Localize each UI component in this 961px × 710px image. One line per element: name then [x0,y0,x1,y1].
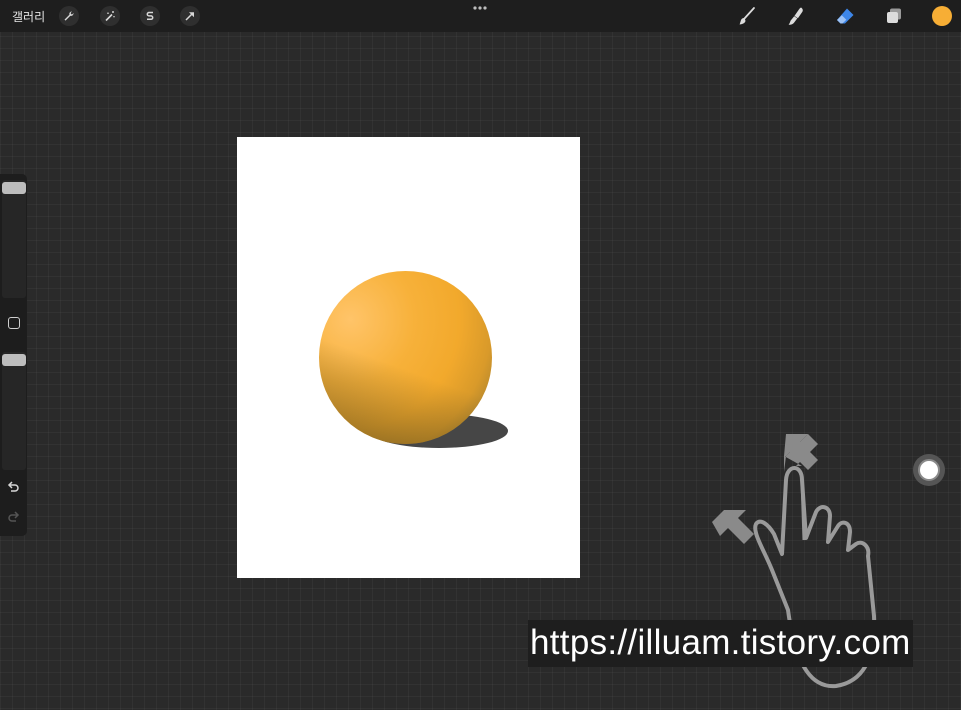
redo-icon[interactable] [6,510,21,525]
actions-button[interactable] [59,6,79,26]
smudge-icon[interactable] [785,5,807,27]
brush-size-handle[interactable] [2,182,26,194]
more-options-icon[interactable] [471,4,489,12]
quick-menu-circle-icon [918,459,940,481]
transform-arrow-icon [185,12,194,21]
quick-menu-button[interactable] [913,454,945,486]
watermark-url: https://illuam.tistory.com [528,620,913,667]
eraser-icon[interactable] [834,5,856,27]
layers-icon[interactable] [883,5,905,27]
current-color-swatch[interactable] [932,6,952,26]
transform-button[interactable] [180,6,200,26]
opacity-slider[interactable] [2,352,26,470]
left-sidebar [0,174,27,536]
selection-button[interactable] [140,6,160,26]
magic-wand-icon [105,11,115,22]
gallery-button[interactable]: 갤러리 [12,8,45,25]
wrench-icon [64,11,74,21]
modify-square-icon[interactable] [8,317,20,329]
selection-s-icon [146,11,154,21]
arrow-up-right-icon [712,510,754,544]
brush-size-slider[interactable] [2,180,26,298]
opacity-handle[interactable] [2,354,26,366]
adjustments-button[interactable] [100,6,120,26]
brush-icon[interactable] [736,5,758,27]
top-toolbar: 갤러리 [0,0,961,32]
undo-icon[interactable] [6,480,21,495]
sphere-shading [319,271,492,444]
